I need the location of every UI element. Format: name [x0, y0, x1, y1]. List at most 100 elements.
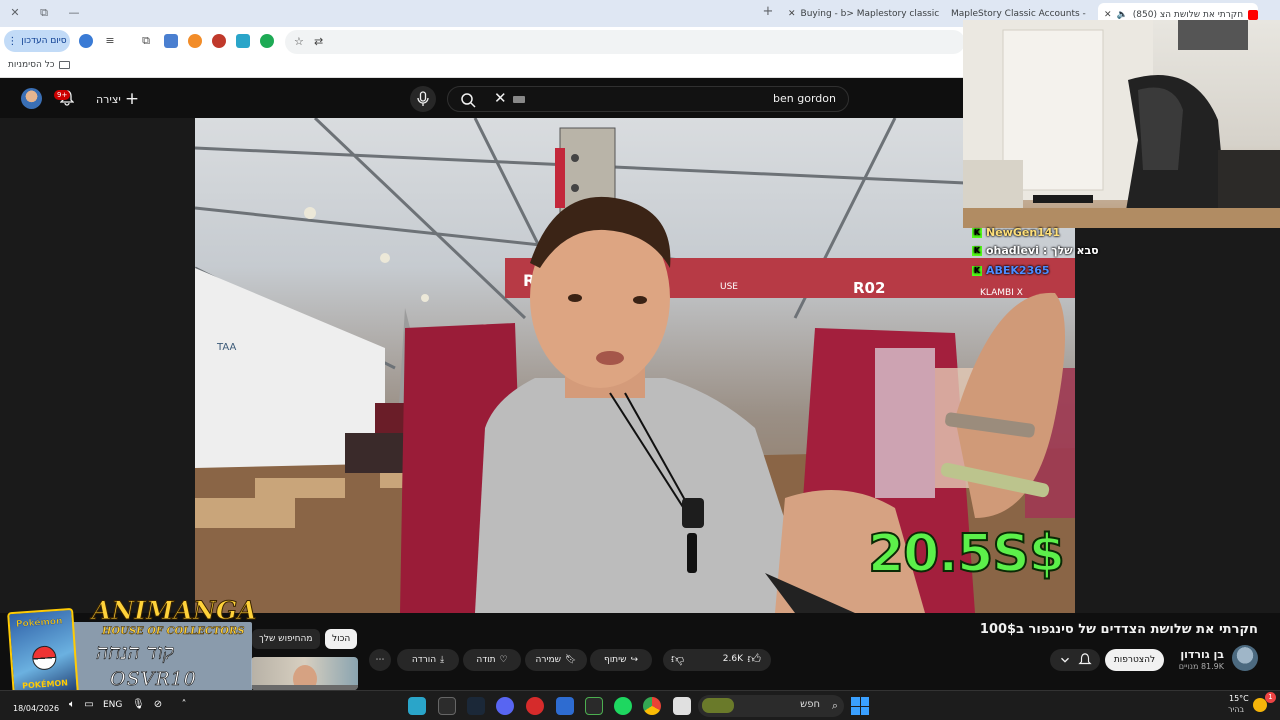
booth-house-text: USE	[720, 282, 738, 292]
share-button[interactable]: ↪ שיתוף	[590, 649, 652, 671]
card-sub-text: POKÉMON	[21, 678, 69, 691]
speaker-icon[interactable]: 🔈︎	[66, 699, 78, 711]
kick-badge-icon: K	[972, 245, 982, 256]
create-button[interactable]: יצירה +	[96, 90, 139, 108]
tab-title: MapleStory Classic Accounts -	[951, 9, 1086, 19]
streamer-webcam	[963, 20, 1280, 228]
app-terminal-icon[interactable]	[585, 697, 603, 715]
finish-update-button[interactable]: ⋮ סיום העדכון	[4, 30, 70, 52]
microphone-icon	[417, 91, 429, 106]
account-avatar[interactable]	[21, 88, 42, 109]
notifications-badge: 9+	[54, 90, 71, 100]
extension-red-icon[interactable]	[212, 34, 226, 48]
mic-tray-icon[interactable]: 🎙︎	[132, 699, 145, 711]
app-grid-icon[interactable]	[556, 697, 574, 715]
channel-avatar[interactable]	[1232, 645, 1258, 671]
keyboard-icon[interactable]	[513, 96, 525, 103]
discount-code: OSVR10	[110, 668, 197, 691]
discount-code-label: קוד הנחה	[96, 640, 175, 665]
channel-subscriber-count: 81.9K מנויים	[1178, 662, 1224, 671]
search-input[interactable]: ✕ ben gordon	[447, 86, 849, 112]
voice-search-button[interactable]	[410, 86, 436, 112]
notification-badge: 1	[1265, 692, 1276, 703]
chevron-down-icon	[1061, 657, 1069, 663]
window-close-icon[interactable]: ✕	[7, 6, 23, 19]
more-actions-button[interactable]: ⋯	[369, 649, 391, 671]
sponsor-overlay: Pokémon POKÉMON ANIMANGA HOUSE OF COLLEC…	[6, 596, 257, 699]
create-label: יצירה	[96, 92, 121, 106]
chat-message: K NewGen141	[972, 226, 1060, 239]
network-icon[interactable]: ▭	[83, 699, 95, 711]
save-button[interactable]: 🔖︎ שמירה	[525, 649, 587, 671]
more-icon: ⋯	[375, 655, 385, 665]
tab-close-icon[interactable]: ✕	[1104, 10, 1112, 20]
windows-start-icon[interactable]	[851, 697, 869, 715]
like-icon[interactable]: 👍︎	[747, 652, 761, 667]
share-label: שיתוף	[603, 655, 627, 665]
clear-search-icon[interactable]: ✕	[494, 89, 507, 107]
kebab-icon: ⋮	[7, 35, 18, 47]
weather-temp: 15°C	[1229, 694, 1249, 703]
bookmark-star-icon[interactable]: ☆	[294, 35, 304, 48]
folder-icon	[58, 61, 70, 69]
tab-audio-icon[interactable]: 🔈	[1117, 10, 1128, 20]
bell-icon	[1078, 653, 1092, 665]
app-discord-icon[interactable]	[496, 697, 514, 715]
video-title: חקרתי את שלושת הצדדים של סינגפור ב100$	[979, 622, 1258, 637]
subscribed-button[interactable]	[1050, 649, 1100, 671]
site-settings-icon[interactable]: ⇄	[314, 35, 323, 48]
chat-separator: :	[1042, 244, 1048, 257]
video-player[interactable]: R01 USE R02 KLAMBI X TAA	[195, 118, 1075, 613]
profile-icon[interactable]	[79, 34, 93, 48]
search-icon[interactable]	[460, 92, 476, 108]
finish-update-label: סיום העדכון	[21, 36, 67, 46]
kick-badge-icon: K	[972, 265, 982, 276]
app-chrome-icon[interactable]	[643, 697, 661, 715]
taskbar-search-text: חפש	[800, 699, 820, 710]
thanks-icon: ♡	[499, 655, 508, 665]
booth-sign-right: R02	[853, 279, 885, 297]
app-steam-icon[interactable]	[467, 697, 485, 715]
app-red-icon[interactable]	[526, 697, 544, 715]
download-button[interactable]: ⤓ הורדה	[397, 649, 459, 671]
browser-tab[interactable]: ✕ Buying - b> Maplestory classic	[782, 4, 942, 24]
channel-name[interactable]: בן גורדון	[1180, 648, 1224, 661]
dislike-icon[interactable]: 👎︎	[671, 652, 684, 667]
tray-chevron-icon[interactable]: ˄	[178, 699, 190, 711]
extension-orange-icon[interactable]	[188, 34, 202, 48]
webcam-scene	[963, 20, 1280, 228]
thumbnail-scene	[251, 665, 358, 690]
window-minimize-icon[interactable]: —	[66, 6, 82, 19]
all-bookmarks-label: כל הסימניות	[8, 60, 55, 70]
download-icon: ⤓	[440, 655, 445, 665]
muted-tray-icon[interactable]: ⊘	[152, 699, 164, 711]
chip-all[interactable]: הכול	[325, 629, 358, 649]
extension-blue-icon[interactable]	[164, 34, 178, 48]
related-video-thumbnail[interactable]	[251, 657, 358, 690]
extensions-icon[interactable]: ⧉	[139, 34, 153, 48]
window-restore-icon[interactable]: ⧉	[36, 6, 52, 20]
thanks-button[interactable]: ♡ תודה	[463, 649, 521, 671]
chip-from-search[interactable]: מהחיפוש שלך	[252, 629, 320, 649]
all-bookmarks-button[interactable]: כל הסימניות	[8, 60, 70, 70]
app-installer-icon[interactable]	[438, 697, 456, 715]
taskbar-search[interactable]: חפש ⌕	[698, 695, 844, 717]
extension-cyan-icon[interactable]	[236, 34, 250, 48]
chat-username: ABEK2365	[986, 264, 1050, 277]
language-indicator[interactable]: ENG	[103, 700, 122, 710]
extension-green-icon[interactable]	[260, 34, 274, 48]
app-file-explorer-icon[interactable]	[673, 697, 691, 715]
chat-username: ohadlevi	[986, 244, 1039, 257]
join-button[interactable]: להצטרפות	[1105, 649, 1164, 671]
address-bar[interactable]: ☆ ⇄	[285, 30, 965, 54]
youtube-header: 9+ יצירה + ✕ ben gordon	[0, 80, 963, 118]
screen: ✕ ⧉ — + ✕ Buying - b> Maplestory classic…	[0, 0, 1280, 720]
kick-badge-icon: K	[972, 227, 982, 238]
media-icon[interactable]: ≡	[103, 34, 117, 48]
chat-message: K ABEK2365	[972, 264, 1050, 277]
app-telegram-icon[interactable]	[408, 697, 426, 715]
app-spotify-icon[interactable]	[614, 697, 632, 715]
search-query-text: ben gordon	[773, 92, 836, 105]
new-tab-button[interactable]: +	[760, 4, 776, 19]
tab-close-icon[interactable]: ✕	[788, 9, 796, 19]
